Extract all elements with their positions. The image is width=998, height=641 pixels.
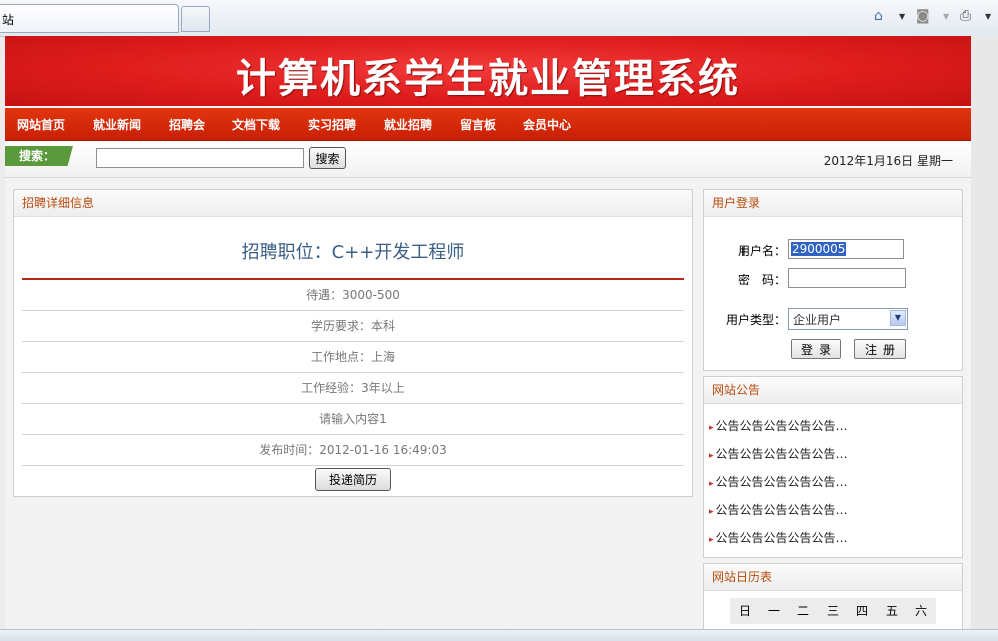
search-input[interactable] (96, 148, 304, 168)
nav-item-employment[interactable]: 就业招聘 (384, 116, 432, 133)
search-bar: 搜索： 搜索 2012年1月16日 星期一 (5, 141, 971, 178)
username-value: 2900005 (791, 242, 847, 256)
home-icon[interactable]: ⌂ (874, 7, 883, 25)
usertype-label: 用户类型： (726, 313, 787, 327)
job-location: 工作地点：上海 (22, 342, 684, 373)
web-page: 计算机系学生就业管理系统 网站首页 就业新闻 招聘会 文档下载 实习招聘 就业招… (5, 36, 971, 641)
window-right-edge (971, 36, 998, 640)
nav-item-home[interactable]: 网站首页 (17, 116, 65, 133)
job-education: 学历要求：本科 (22, 311, 684, 342)
nav-item-guestbook[interactable]: 留言板 (460, 116, 496, 133)
notice-item[interactable]: ▸ 公告公告公告公告公告… (709, 445, 848, 462)
job-description: 请输入内容1 (22, 404, 684, 435)
notice-item-text: 公告公告公告公告公告… (715, 503, 848, 517)
user-login-header: 用户登录 (704, 190, 962, 217)
site-notices-header: 网站公告 (704, 377, 962, 404)
weekday-wed: 三 (826, 604, 839, 618)
site-calendar-header: 网站日历表 (704, 564, 962, 591)
notice-item[interactable]: ▸ 公告公告公告公告公告… (709, 473, 848, 490)
notice-item[interactable]: ▸ 公告公告公告公告公告… (709, 417, 848, 434)
main-nav: 网站首页 就业新闻 招聘会 文档下载 实习招聘 就业招聘 留言板 会员中心 (5, 108, 971, 141)
job-experience: 工作经验：3年以上 (22, 373, 684, 404)
password-label: 密 码： (738, 273, 787, 287)
password-field[interactable] (788, 268, 906, 288)
username-label: 用户名： (738, 244, 787, 258)
search-button[interactable]: 搜索 (309, 147, 346, 169)
print-icon[interactable]: ⎙ (960, 7, 971, 25)
nav-item-member-center[interactable]: 会员中心 (523, 116, 571, 133)
current-date: 2012年1月16日 星期一 (823, 154, 953, 168)
search-label: 搜索： (5, 146, 73, 166)
text-cursor-icon: I (741, 245, 745, 259)
rss-dropdown-icon[interactable]: ▼ (943, 8, 949, 26)
bullet-arrow-icon: ▸ (709, 507, 714, 517)
notice-item-text: 公告公告公告公告公告… (715, 419, 848, 433)
notice-item-text: 公告公告公告公告公告… (715, 531, 848, 545)
notice-item-text: 公告公告公告公告公告… (715, 475, 848, 489)
submit-resume-button[interactable]: 投递简历 (315, 468, 391, 491)
site-notices-panel: 网站公告 ▸ 公告公告公告公告公告… ▸ 公告公告公告公告公告… ▸ 公告公告公告公告… (703, 376, 963, 558)
calendar-weekday-row: 日 一 二 三 四 五 六 (730, 598, 936, 624)
user-login-panel: 用户登录 用户名： 2900005 I 密 码： 用户类型： 企业用户 ▼ 登录… (703, 189, 963, 371)
bullet-arrow-icon: ▸ (709, 479, 714, 489)
site-banner: 计算机系学生就业管理系统 (5, 36, 971, 108)
usertype-value: 企业用户 (793, 313, 842, 327)
job-publish-time: 发布时间：2012-01-16 16:49:03 (22, 435, 684, 466)
job-salary: 待遇：3000-500 (22, 280, 684, 311)
nav-item-internship[interactable]: 实习招聘 (308, 116, 356, 133)
site-title: 计算机系学生就业管理系统 (236, 55, 740, 102)
weekday-sat: 六 (914, 604, 927, 618)
browser-tab-active[interactable]: 站 (0, 4, 179, 33)
login-button[interactable]: 登录 (791, 339, 841, 359)
weekday-fri: 五 (885, 604, 898, 618)
weekday-tue: 二 (796, 604, 809, 618)
home-dropdown-icon[interactable]: ▼ (899, 8, 905, 26)
weekday-mon: 一 (767, 604, 780, 618)
weekday-sun: 日 (738, 604, 751, 618)
bullet-arrow-icon: ▸ (709, 451, 714, 461)
register-button[interactable]: 注册 (854, 339, 906, 359)
print-dropdown-icon[interactable]: ▼ (985, 8, 991, 26)
nav-item-job-fair[interactable]: 招聘会 (169, 116, 205, 133)
notice-item-text: 公告公告公告公告公告… (715, 447, 848, 461)
job-title: 招聘职位：C++开发工程师 (241, 242, 465, 263)
usertype-select[interactable]: 企业用户 ▼ (788, 308, 908, 330)
job-detail-panel: 招聘详细信息 招聘职位：C++开发工程师 待遇：3000-500 学历要求：本科… (13, 189, 693, 497)
browser-status-bar (0, 629, 998, 641)
job-detail-header: 招聘详细信息 (14, 190, 692, 217)
browser-toolbar: 站 ⌂ ▼ ◙ ▼ ⎙ ▼ (0, 0, 998, 37)
new-tab-button[interactable] (181, 6, 210, 32)
bullet-arrow-icon: ▸ (709, 535, 714, 545)
nav-item-news[interactable]: 就业新闻 (93, 116, 141, 133)
nav-item-downloads[interactable]: 文档下载 (232, 116, 280, 133)
chevron-down-icon[interactable]: ▼ (890, 310, 906, 326)
browser-tab-title: 站 (2, 13, 15, 27)
username-field[interactable]: 2900005 (788, 239, 904, 259)
notice-item[interactable]: ▸ 公告公告公告公告公告… (709, 501, 848, 518)
notice-item[interactable]: ▸ 公告公告公告公告公告… (709, 529, 848, 546)
weekday-thu: 四 (855, 604, 868, 618)
rss-icon[interactable]: ◙ (916, 7, 930, 25)
bullet-arrow-icon: ▸ (709, 423, 714, 433)
